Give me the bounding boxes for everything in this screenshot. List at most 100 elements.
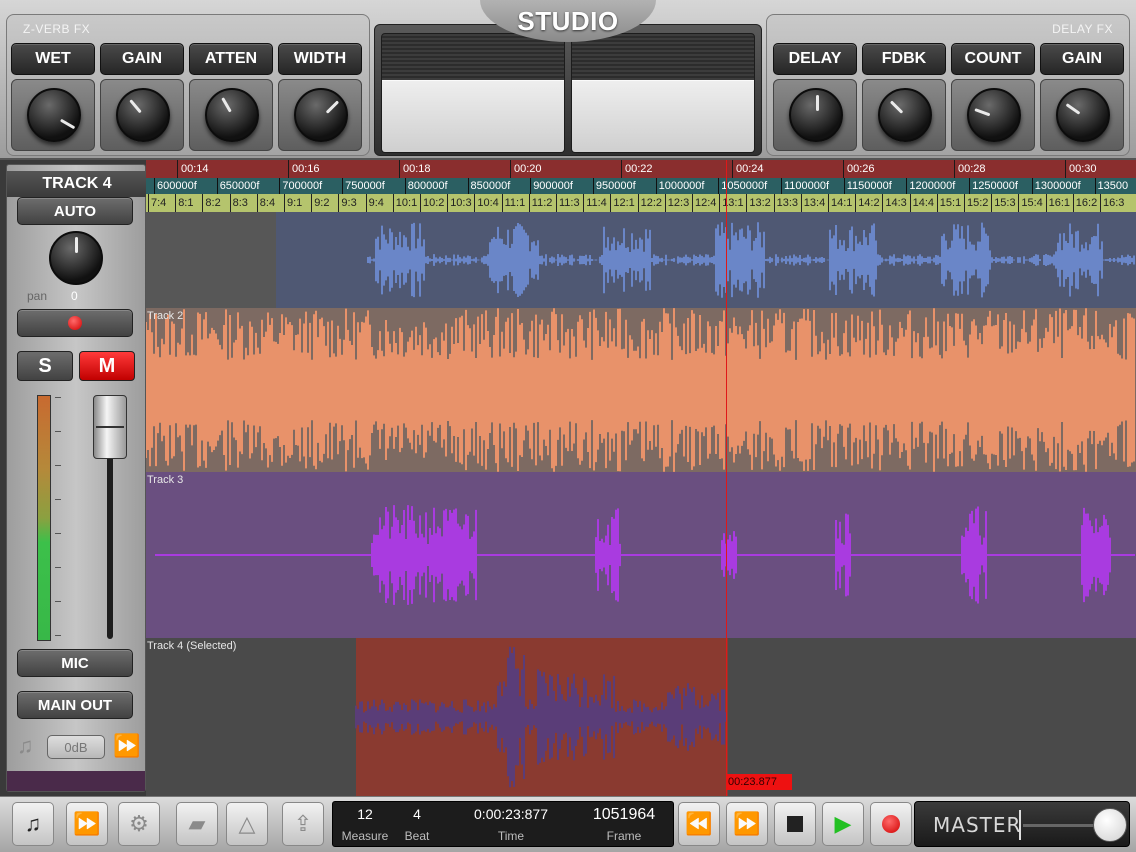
wet-knob[interactable] <box>27 88 81 142</box>
frame-tick: 1300000f <box>1031 178 1081 194</box>
frame-tick: 1150000f <box>843 178 892 194</box>
beat-tick: 10:4 <box>474 194 499 212</box>
metronome-icon[interactable]: △ <box>226 802 268 846</box>
measure-label: Measure <box>341 829 389 843</box>
beat-tick: 14:4 <box>909 194 934 212</box>
frame-tick: 850000f <box>467 178 510 194</box>
track-panel-title: TRACK 4 <box>7 171 147 197</box>
beat-tick: 12:2 <box>637 194 662 212</box>
rewind-icon[interactable]: ⏪ <box>678 802 720 846</box>
track-4-label: Track 4 (Selected) <box>147 640 237 652</box>
frame-tick: 800000f <box>404 178 448 194</box>
time-label: Time <box>497 829 525 843</box>
play-icon[interactable]: ▶ <box>822 802 864 846</box>
beat-tick: 10:2 <box>420 194 444 212</box>
track-3-label: Track 3 <box>147 474 184 486</box>
folder-icon[interactable]: ▰ <box>176 802 218 846</box>
fast-forward-icon[interactable]: ⏩ <box>66 802 108 846</box>
master-slider-handle[interactable] <box>1093 808 1127 842</box>
beat-value: 4 <box>413 806 421 822</box>
music-note-icon[interactable]: ♫ <box>12 802 54 846</box>
delay-button[interactable]: DELAY <box>773 43 857 75</box>
beat-tick: 9:3 <box>338 194 357 212</box>
pad-right[interactable] <box>571 33 755 153</box>
count-button[interactable]: COUNT <box>951 43 1035 75</box>
reverb-fx-panel: Z-VERB FX WET GAIN ATTEN WIDTH <box>6 14 370 156</box>
width-knob[interactable] <box>294 88 348 142</box>
master-divider <box>1019 810 1021 840</box>
reverb-gain-button[interactable]: GAIN <box>100 43 184 75</box>
frame-tick: 650000f <box>216 178 259 194</box>
auto-button[interactable]: AUTO <box>17 197 133 225</box>
share-icon[interactable]: ⇪ <box>282 802 324 846</box>
beat-tick: 16:2 <box>1072 194 1097 212</box>
beat-tick: 11:2 <box>528 194 552 212</box>
delay-knob[interactable] <box>789 88 843 142</box>
beat-ruler[interactable]: 7:4 8:1 8:2 8:3 8:4 9:1 9:2 9:3 9:4 10:1 10:2 10:3 1… <box>146 194 1136 212</box>
timeline[interactable]: 00:14 00:16 00:18 00:20 00:22 00:24 00:26 00:28… <box>146 160 1136 796</box>
record-arm-icon <box>68 316 82 330</box>
gear-icon[interactable]: ⚙ <box>118 802 160 846</box>
frame-label: Frame <box>606 829 642 843</box>
width-button[interactable]: WIDTH <box>278 43 362 75</box>
beat-tick: 16:1 <box>1045 194 1070 212</box>
fast-forward-icon[interactable]: ⏩ <box>113 733 140 759</box>
atten-knob[interactable] <box>205 88 259 142</box>
volume-fader-handle[interactable] <box>93 395 127 459</box>
fx-knob-wet: WET <box>11 43 95 151</box>
frame-tick: 1000000f <box>655 178 704 194</box>
frame-tick: 950000f <box>592 178 636 194</box>
position-counter: 12 Measure 4 Beat 0:00:23:877 Time 10519… <box>332 801 674 847</box>
output-button[interactable]: MAIN OUT <box>17 691 133 719</box>
fast-forward-icon[interactable]: ⏩ <box>726 802 768 846</box>
beat-tick: 15:1 <box>936 194 961 212</box>
time-tick: 00:24 <box>732 160 764 178</box>
time-tick: 00:14 <box>177 160 209 178</box>
solo-button[interactable]: S <box>17 351 73 381</box>
playhead[interactable] <box>726 160 727 796</box>
effects-bar: Z-VERB FX WET GAIN ATTEN WIDTH STUDIO DE… <box>0 0 1136 160</box>
delay-gain-button[interactable]: GAIN <box>1040 43 1124 75</box>
pan-knob[interactable] <box>49 231 103 285</box>
beat-tick: 13:4 <box>800 194 825 212</box>
fdbk-knob[interactable] <box>878 88 932 142</box>
time-ruler[interactable]: 00:14 00:16 00:18 00:20 00:22 00:24 00:26 00:28… <box>146 160 1136 178</box>
music-note-icon[interactable]: ♫ <box>17 733 34 759</box>
delay-fx-label: DELAY FX <box>1052 22 1113 36</box>
fx-knob-count: COUNT <box>951 43 1035 151</box>
track-3-lane[interactable]: Track 3 <box>146 472 1136 638</box>
record-arm-button[interactable] <box>17 309 133 337</box>
beat-tick: 12:1 <box>610 194 635 212</box>
stop-icon[interactable] <box>774 802 816 846</box>
count-knob[interactable] <box>967 88 1021 142</box>
meter-ticks <box>55 397 63 639</box>
frame-tick: 1100000f <box>781 178 829 194</box>
mute-button[interactable]: M <box>79 351 135 381</box>
fdbk-button[interactable]: FDBK <box>862 43 946 75</box>
beat-tick: 8:1 <box>175 194 193 212</box>
fx-knob-delay: DELAY <box>773 43 857 151</box>
fx-knob-gain: GAIN <box>100 43 184 151</box>
input-button[interactable]: MIC <box>17 649 133 677</box>
reverb-fx-label: Z-VERB FX <box>23 22 91 36</box>
track-3-waveform <box>155 505 1135 605</box>
reverb-gain-knob[interactable] <box>116 88 170 142</box>
delay-gain-knob[interactable] <box>1056 88 1110 142</box>
pad-left[interactable] <box>381 33 565 153</box>
master-volume[interactable]: MASTER <box>914 801 1130 847</box>
atten-button[interactable]: ATTEN <box>189 43 273 75</box>
beat-tick: 13:1 <box>719 194 744 212</box>
track-4-lane[interactable]: Track 4 (Selected) <box>146 638 1136 796</box>
beat-tick: 11:4 <box>583 194 607 212</box>
frame-tick: 600000f <box>154 178 197 194</box>
frame-tick: 1250000f <box>969 178 1018 194</box>
time-value: 0:00:23:877 <box>474 806 548 822</box>
beat-tick: 10:1 <box>392 194 417 212</box>
track-4-waveform <box>355 646 727 788</box>
record-icon[interactable] <box>870 802 912 846</box>
frame-ruler[interactable]: 600000f 650000f 700000f 750000f 800000f 85000… <box>146 178 1136 194</box>
track-gain-field[interactable]: 0dB <box>47 735 105 759</box>
fx-knob-fdbk: FDBK <box>862 43 946 151</box>
track-2-lane[interactable]: Track 2 <box>146 308 1136 472</box>
wet-button[interactable]: WET <box>11 43 95 75</box>
